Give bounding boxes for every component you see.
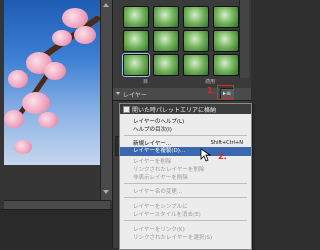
layers-panel-menu: 開いた時パレットエリアに格納 レイヤーのヘルプ(L) ヘルプの目次(I) 新規レ… (119, 103, 252, 250)
menu-separator (124, 197, 247, 198)
scroll-down-icon[interactable] (103, 190, 109, 194)
collapse-triangle-icon[interactable] (116, 92, 120, 95)
menu-item-simplify-layer[interactable]: レイヤーをシンプルに (133, 202, 188, 210)
menu-item-label: 開いた時パレットエリアに格納 (132, 107, 217, 114)
effect-thumb[interactable] (183, 54, 209, 76)
effect-thumb[interactable] (123, 6, 149, 28)
checkbox-icon[interactable] (123, 106, 130, 113)
effect-thumb[interactable] (153, 54, 179, 76)
effect-thumb[interactable] (183, 6, 209, 28)
effect-thumb[interactable] (123, 54, 149, 76)
document-window (0, 0, 112, 249)
menu-separator (124, 220, 247, 221)
blossom (8, 70, 28, 88)
menu-item-duplicate-layer[interactable]: レイヤーを複製(D)... (120, 147, 251, 156)
menu-item-clear-layer-style[interactable]: レイヤースタイルを消去(E) (133, 210, 201, 218)
project-bin (0, 209, 112, 249)
layers-panel-title: レイヤー (123, 92, 147, 99)
blossom (38, 112, 58, 128)
effect-thumb[interactable] (123, 30, 149, 52)
menu-separator (124, 183, 247, 184)
annotation-step-1: 1. (207, 86, 216, 95)
blossom (22, 92, 50, 114)
blossom (62, 8, 88, 28)
menu-item-store-in-palette[interactable]: 開いた時パレットエリアに格納 (120, 104, 251, 114)
annotation-step-2: 2. (218, 152, 227, 161)
menu-item-help-contents[interactable]: ヘルプの目次(I) (133, 125, 172, 133)
canvas-photo[interactable] (4, 0, 100, 165)
blossom (14, 140, 32, 154)
effects-thumbnails (117, 4, 239, 76)
effect-thumb[interactable] (153, 30, 179, 52)
annotation-highlight-box (217, 85, 234, 100)
blossom (44, 62, 66, 80)
menu-item-new-layer[interactable]: 新規レイヤー... (133, 139, 171, 147)
menu-item-select-linked-layers[interactable]: リンクされたレイヤーを選択(S) (133, 233, 212, 241)
effects-scrollbar[interactable] (239, 0, 249, 78)
scroll-up-icon[interactable] (103, 3, 109, 7)
menu-item-delete-hidden-layers[interactable]: 非表示レイヤーを削除 (133, 173, 188, 181)
effect-thumb[interactable] (213, 54, 239, 76)
effect-thumb[interactable] (153, 6, 179, 28)
menu-item-layers-help[interactable]: レイヤーのヘルプ(L) (133, 117, 184, 125)
effect-thumb[interactable] (183, 30, 209, 52)
effect-thumb[interactable] (213, 30, 239, 52)
menu-separator (124, 135, 247, 136)
effects-label: 目 (143, 79, 149, 85)
effect-thumb[interactable] (213, 6, 239, 28)
menu-item-delete-layer[interactable]: レイヤーを削除 (133, 157, 171, 165)
menu-item-delete-linked-layers[interactable]: リンクされたレイヤーを削除 (133, 165, 204, 173)
menu-item-rename-layer[interactable]: レイヤー名の変更... (133, 187, 182, 195)
menu-item-link-layers[interactable]: レイヤーをリンク(K) (133, 225, 185, 233)
blossom (4, 110, 24, 128)
apply-label[interactable]: 適用 (205, 78, 215, 85)
mouse-cursor-icon (200, 148, 212, 162)
blossom (52, 30, 72, 46)
menu-item-shortcut: Shift+Ctrl+N (210, 140, 243, 146)
blossom (74, 26, 96, 44)
vertical-scrollbar[interactable] (100, 0, 112, 200)
